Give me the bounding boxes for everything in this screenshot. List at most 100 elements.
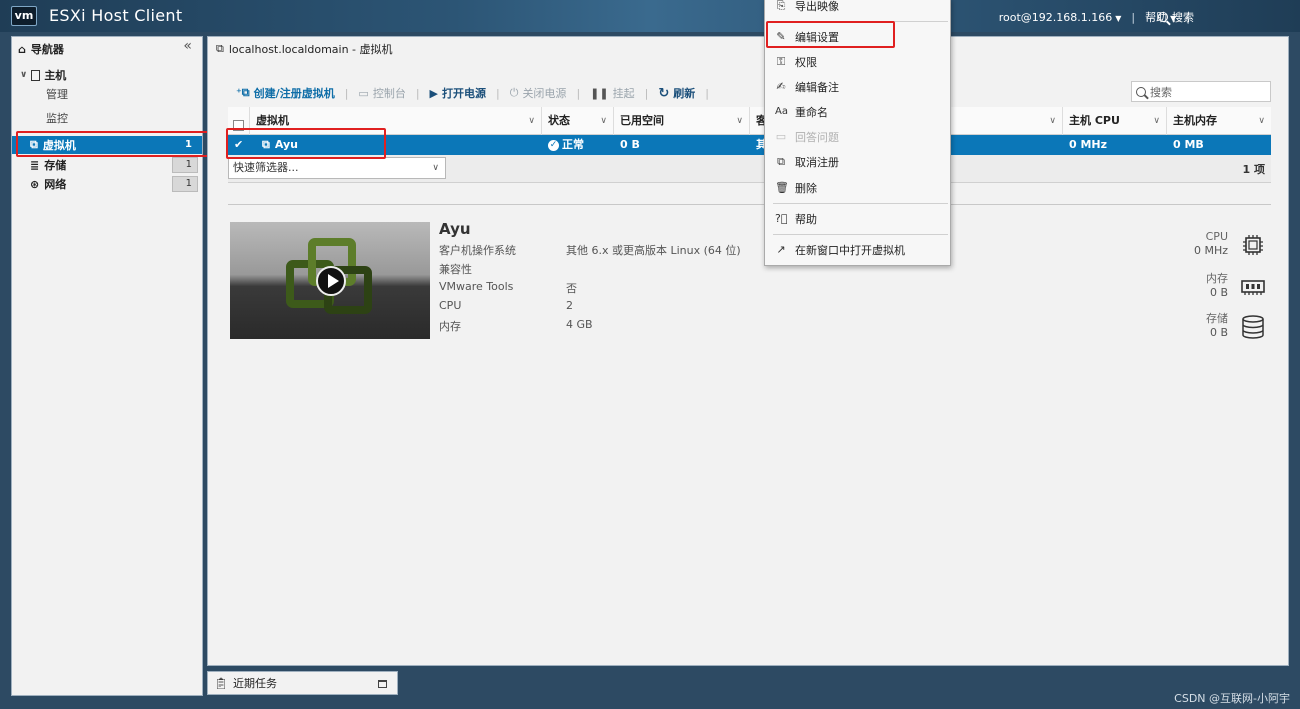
chevron-down-icon: ∨ — [1049, 116, 1056, 126]
chevron-down-icon: ∨ — [20, 70, 28, 80]
column-header-used-space[interactable]: 已用空间 ∨ — [614, 107, 750, 135]
play-icon: ▶ — [429, 86, 439, 100]
refresh-icon: ↻ — [658, 85, 670, 101]
navigator-header: ⌂ 导航器 — [18, 42, 64, 57]
nav-count-badge: 1 — [172, 157, 198, 173]
caret-down-icon: ▼ — [1115, 13, 1122, 23]
menu-item-help[interactable]: ?⃝ 帮助 — [765, 208, 950, 230]
host-cpu-cell: 0 MHz — [1069, 138, 1108, 151]
menu-separator — [773, 203, 948, 204]
power-on-button[interactable]: ▶ 打开电源 — [422, 85, 494, 101]
memory-icon — [1241, 280, 1265, 295]
prop-label-cpu: CPU — [439, 299, 462, 312]
chevron-down-icon: ∨ — [600, 116, 607, 126]
divider: | — [705, 86, 709, 100]
create-register-vm-button[interactable]: ⁺⧉ 创建/注册虚拟机 — [228, 85, 343, 101]
console-button[interactable]: ▭ 控制台 — [350, 85, 413, 101]
play-icon[interactable] — [316, 266, 346, 296]
nav-item-network[interactable]: ⊛ 网络 1 — [12, 175, 202, 193]
home-icon: ⌂ — [18, 42, 26, 56]
column-header-host-cpu[interactable]: 主机 CPU ∨ — [1063, 107, 1167, 135]
divider: | — [1131, 10, 1136, 24]
recent-tasks-tab[interactable]: 📋︎ 近期任务 — [207, 671, 398, 695]
trash-icon: 🗑︎ — [775, 181, 789, 194]
prop-label-vmware-tools: VMware Tools — [439, 280, 514, 293]
prop-value-vmware-tools: 否 — [566, 282, 577, 295]
menu-item-rename[interactable]: Aa 重命名 — [765, 101, 950, 123]
export-icon: ⎘ — [776, 0, 786, 12]
suspend-button[interactable]: ❚❚ 挂起 — [582, 85, 642, 101]
storage-icon: ≣ — [30, 158, 40, 172]
divider: | — [576, 86, 581, 100]
menu-item-unregister[interactable]: ⧉ 取消注册 — [765, 151, 950, 173]
vm-console-thumbnail[interactable] — [230, 222, 430, 339]
breadcrumb: ⧉ localhost.localdomain - 虚拟机 — [216, 42, 393, 56]
refresh-button[interactable]: ↻ 刷新 — [650, 85, 703, 101]
chevron-down-icon: ∨ — [1258, 116, 1265, 126]
console-icon: ▭ — [358, 86, 369, 100]
permissions-icon: ⚿ — [776, 55, 786, 68]
check-circle-icon: ✓ — [548, 139, 559, 151]
clipboard-icon: 📋︎ — [214, 676, 228, 690]
nav-host-monitor[interactable]: 监控 — [46, 110, 68, 126]
power-icon: ⏻ — [509, 86, 519, 99]
highlight-edit-settings — [766, 21, 895, 48]
app-title: ESXi Host Client — [49, 6, 183, 25]
prop-value-cpu: 2 — [566, 299, 573, 312]
nav-item-storage[interactable]: ≣ 存储 1 — [12, 156, 202, 174]
power-off-button[interactable]: ⏻ 关闭电源 — [502, 85, 575, 101]
prop-value-memory: 4 GB — [566, 318, 593, 331]
resource-cpu: CPU 0 MHz — [1193, 230, 1228, 257]
grid-footer: 快速筛选器... ∨ 1 项 — [228, 155, 1271, 183]
menu-item-open-new-window[interactable]: ↗ 在新窗口中打开虚拟机 — [765, 239, 950, 261]
help-icon: ?⃝ — [775, 212, 788, 225]
nav-host[interactable]: ∨ 主机 — [20, 67, 66, 83]
external-link-icon: ↗ — [776, 243, 786, 256]
used-space-cell: 0 B — [620, 138, 640, 151]
collapse-icon[interactable]: « — [183, 38, 192, 54]
divider: | — [644, 86, 649, 100]
vm-logo: vm — [11, 6, 37, 26]
pause-icon: ❚❚ — [590, 86, 609, 100]
add-vm-icon: ⁺⧉ — [236, 86, 250, 99]
top-search-button[interactable]: 搜索 — [1158, 9, 1194, 25]
vm-detail-name: Ayu — [439, 220, 471, 238]
menu-item-answer-question[interactable]: ▭ 回答问题 — [765, 126, 950, 148]
vm-icon: ⧉ — [216, 42, 224, 55]
host-icon — [31, 69, 41, 81]
item-count: 1 项 — [1242, 163, 1265, 176]
search-icon — [1136, 86, 1146, 97]
network-icon: ⊛ — [30, 177, 40, 191]
divider: | — [344, 86, 349, 100]
watermark: CSDN @互联网-小阿宇 — [1174, 692, 1290, 705]
divider — [228, 204, 1271, 205]
chevron-down-icon: ∨ — [736, 116, 743, 126]
search-icon — [1158, 12, 1168, 22]
prop-label-guest-os: 客户机操作系统 — [439, 244, 516, 257]
nav-host-manage[interactable]: 管理 — [46, 86, 68, 102]
top-header: vm ESXi Host Client root@192.168.1.166 ▼ … — [0, 0, 1300, 32]
chevron-down-icon: ∨ — [528, 116, 535, 126]
prop-label-memory: 内存 — [439, 320, 461, 333]
menu-item-delete[interactable]: 🗑︎ 删除 — [765, 177, 950, 199]
unregister-icon: ⧉ — [777, 155, 785, 168]
quick-filter-select[interactable]: 快速筛选器... ∨ — [228, 157, 446, 179]
menu-item-permissions[interactable]: ⚿ 权限 — [765, 51, 950, 73]
cpu-icon — [1243, 235, 1263, 255]
resource-storage: 存储 0 B — [1206, 312, 1228, 339]
rename-icon: Aa — [775, 106, 788, 117]
vm-search-input[interactable]: 搜索 — [1131, 81, 1271, 102]
menu-item-edit-notes[interactable]: ✍ 编辑备注 — [765, 76, 950, 98]
prop-label-compatibility: 兼容性 — [439, 263, 472, 276]
status-cell: ✓ 正常 — [548, 138, 584, 151]
menu-item-export-image[interactable]: ⎘ 导出映像 — [765, 0, 950, 17]
restore-icon[interactable] — [378, 680, 387, 688]
edit-notes-icon: ✍ — [776, 80, 786, 93]
column-header-host-memory[interactable]: 主机内存 ∨ — [1167, 107, 1271, 135]
chevron-down-icon: ∨ — [1153, 116, 1160, 126]
user-menu[interactable]: root@192.168.1.166 ▼ — [999, 11, 1122, 24]
vm-toolbar: ⁺⧉ 创建/注册虚拟机 | ▭ 控制台 | ▶ 打开电源 | ⏻ 关闭电源 | ❚❚ 挂起… — [228, 81, 1271, 105]
highlight-vm-row — [226, 128, 386, 159]
divider: | — [415, 86, 420, 100]
column-header-status[interactable]: 状态 ∨ — [542, 107, 614, 135]
